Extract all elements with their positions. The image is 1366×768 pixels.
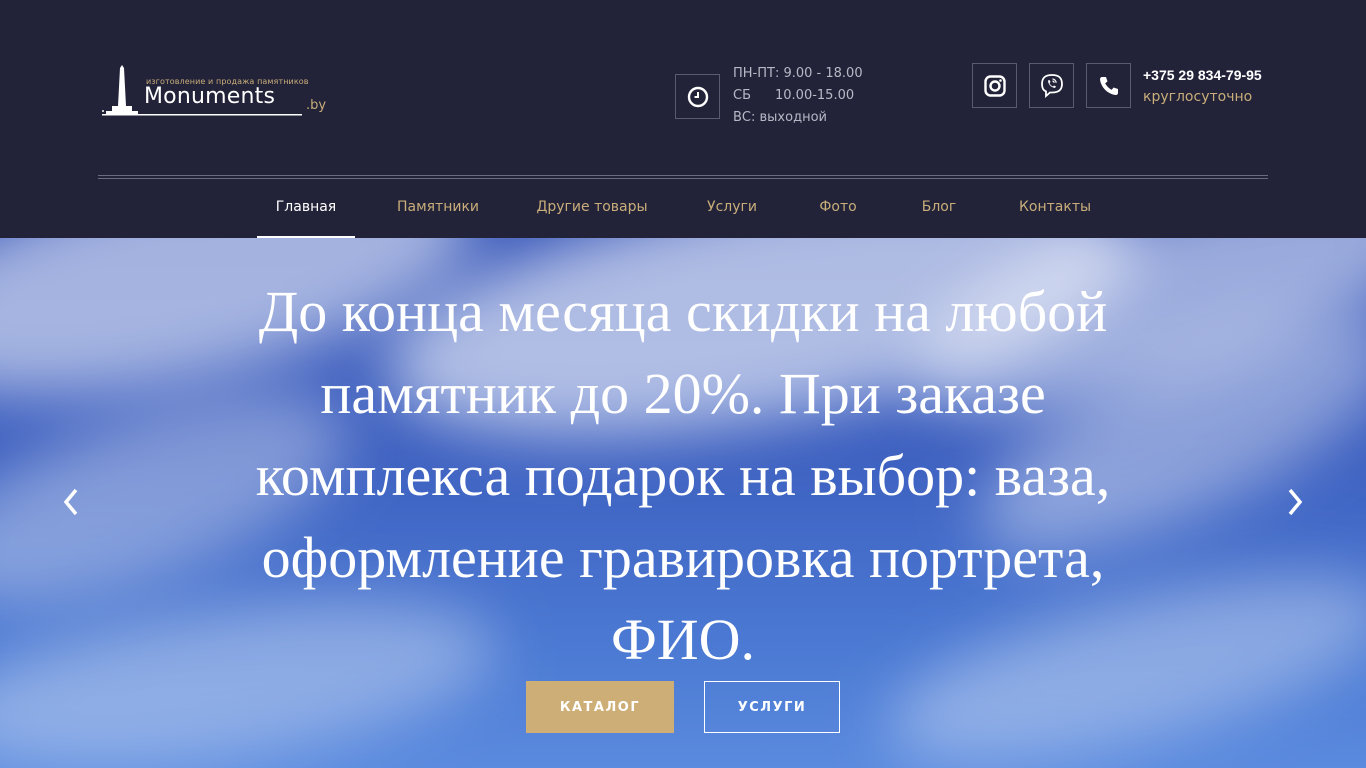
hero-headline: До конца месяца скидки на любой памятник… [220, 271, 1146, 681]
slider-next-button[interactable] [1283, 486, 1307, 518]
nav-item-photo[interactable]: Фото [808, 179, 868, 238]
hero-line: До конца месяца скидки на любой [258, 279, 1108, 344]
phone-availability: круглосуточно [1143, 89, 1253, 105]
nav-item-home[interactable]: Главная [257, 179, 355, 238]
saturday-label: СБ [733, 88, 751, 103]
hero-slider: До конца месяца скидки на любой памятник… [0, 238, 1366, 768]
chevron-left-icon [63, 488, 78, 516]
main-nav: Главная Памятники Другие товары Услуги Ф… [0, 179, 1366, 238]
instagram-icon [983, 74, 1006, 97]
saturday-time: 10.00-15.00 [775, 88, 855, 103]
logo[interactable]: изготовление и продажа памятников Monume… [100, 64, 332, 120]
viber-link[interactable] [1029, 63, 1074, 108]
contact-phone: +375 29 834-79-95 круглосуточно [1143, 64, 1262, 108]
viber-icon [1040, 73, 1063, 98]
nav-item-services[interactable]: Услуги [696, 179, 768, 238]
nav-item-blog[interactable]: Блог [910, 179, 968, 238]
clock-icon-box [675, 74, 720, 119]
hours-sunday: ВС: выходной [733, 110, 827, 125]
working-hours: ПН-ПТ: 9.00 - 18.00 СБ 10.00-15.00 ВС: в… [733, 63, 863, 129]
hero-line: ФИО. [610, 607, 756, 672]
instagram-link[interactable] [972, 63, 1017, 108]
nav-item-monuments[interactable]: Памятники [388, 179, 488, 238]
site-header: изготовление и продажа памятников Monume… [0, 0, 1366, 238]
hero-line: комплекса подарок на выбор: ваза, [255, 443, 1111, 508]
catalog-button[interactable]: КАТАЛОГ [526, 681, 674, 733]
slider-prev-button[interactable] [59, 486, 83, 518]
phone-icon [1099, 76, 1118, 95]
nav-item-other-goods[interactable]: Другие товары [527, 179, 657, 238]
clock-icon [687, 86, 708, 107]
chevron-right-icon [1288, 488, 1303, 516]
nav-item-contacts[interactable]: Контакты [1010, 179, 1100, 238]
hours-saturday: СБ 10.00-15.00 [733, 85, 863, 107]
phone-link[interactable] [1086, 63, 1131, 108]
hero-line: памятник до 20%. При заказе [320, 361, 1046, 426]
hours-weekdays: ПН-ПТ: 9.00 - 18.00 [733, 66, 863, 81]
logo-name: Monuments [144, 84, 276, 109]
hero-line: оформление гравировка портрета, [261, 525, 1105, 590]
logo-domain: .by [306, 98, 327, 113]
services-button[interactable]: УСЛУГИ [704, 681, 840, 733]
phone-number[interactable]: +375 29 834-79-95 [1143, 64, 1262, 86]
